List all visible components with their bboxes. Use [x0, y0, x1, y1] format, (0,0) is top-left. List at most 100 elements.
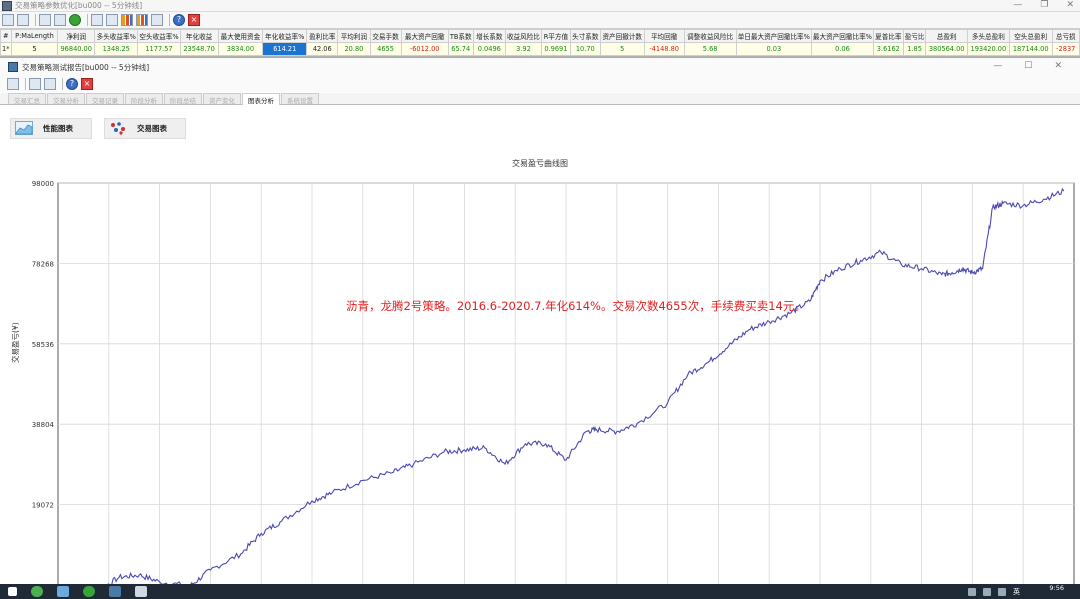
grid-cell[interactable]: 1348.25	[94, 42, 139, 56]
column-chart-icon[interactable]	[136, 14, 148, 26]
grid-header-cell[interactable]: 年化收益率%	[262, 29, 308, 43]
exit-icon[interactable]: ×	[81, 78, 93, 90]
run-icon[interactable]	[69, 14, 81, 26]
grid-cell[interactable]: 0.06	[810, 42, 874, 56]
grid-cell[interactable]: 1*	[0, 42, 12, 56]
export-icon[interactable]	[151, 14, 163, 26]
grid-cell[interactable]: 614.21	[262, 42, 308, 56]
print-icon[interactable]	[44, 78, 56, 90]
volume-icon[interactable]	[998, 588, 1006, 596]
grid-header-cell[interactable]: 净利润	[57, 29, 96, 43]
grid-header-cell[interactable]: 头寸系数	[569, 29, 601, 43]
tab-1[interactable]: 交易分析	[47, 93, 85, 105]
grid-cell[interactable]: 96840.00	[57, 42, 96, 56]
tab-3[interactable]: 阶段分析	[125, 93, 163, 105]
bar-chart-icon[interactable]	[121, 14, 133, 26]
grid-header-cell[interactable]: P:MaLength	[10, 29, 59, 43]
grid-header-cell[interactable]: 平均利润	[337, 29, 371, 43]
grid-header-cell[interactable]: 年化收益	[179, 29, 219, 43]
help-icon[interactable]: ?	[66, 78, 78, 90]
table-row[interactable]: 1* 5 96840.00 1348.25 1177.57 23548.70 3834.00…	[0, 42, 1080, 56]
ime-indicator[interactable]: 英	[1013, 587, 1020, 597]
grid-cell[interactable]: 0.03	[735, 42, 812, 56]
grid-cell[interactable]: -2837	[1051, 42, 1080, 56]
tab-6[interactable]: 图表分析	[242, 92, 280, 105]
outer-restore-button[interactable]: ❐	[1040, 0, 1048, 10]
grid-cell[interactable]: 3.92	[504, 42, 542, 56]
grid-header-cell[interactable]: R平方值	[540, 29, 571, 43]
report-minimize-button[interactable]: —	[993, 61, 1002, 71]
grid-cell[interactable]: -6012.00	[400, 42, 449, 56]
grid-cell[interactable]: -4148.80	[643, 42, 685, 56]
grid-cell[interactable]: 193420.00	[966, 42, 1010, 56]
tab-2[interactable]: 交易记录	[86, 93, 124, 105]
grid-header-cell[interactable]: 盈利比率	[306, 29, 339, 43]
grid-header-cell[interactable]: 单日最大资产回撤比率%	[735, 29, 812, 43]
grid-cell[interactable]: 5.68	[683, 42, 737, 56]
grid-cell[interactable]: 42.06	[306, 42, 339, 56]
grid-header-cell[interactable]: 多头收益率%	[94, 29, 139, 43]
grid-header-cell[interactable]: 总盈利	[925, 29, 968, 43]
grid-cell[interactable]: 0.0496	[472, 42, 506, 56]
grid-cell[interactable]: 20.80	[337, 42, 371, 56]
filter-icon[interactable]	[106, 14, 118, 26]
report-close-button[interactable]: ✕	[1054, 61, 1062, 71]
grid-header-cell[interactable]: #	[0, 29, 12, 43]
tab-0[interactable]: 交易汇总	[8, 93, 46, 105]
grid-cell[interactable]: 380564.00	[925, 42, 968, 56]
grid-header-cell[interactable]: 夏普比率	[872, 29, 904, 43]
grid-cell[interactable]: 1177.57	[137, 42, 181, 56]
trade-chart-button[interactable]: 交易图表	[104, 117, 186, 139]
network-icon[interactable]	[983, 588, 991, 596]
outer-close-button[interactable]: ✕	[1066, 0, 1074, 10]
grid-cell[interactable]: 4655	[369, 42, 402, 56]
grid-header-cell[interactable]: 增长系数	[472, 29, 506, 43]
table-icon[interactable]	[91, 14, 103, 26]
grid-header-cell[interactable]: 空头总盈利	[1008, 29, 1053, 43]
grid-header-cell[interactable]: 最大使用资金	[217, 29, 264, 43]
print-icon[interactable]	[54, 14, 66, 26]
report-maximize-button[interactable]: ☐	[1024, 61, 1032, 71]
grid-header-cell[interactable]: 资产回撤计数	[599, 29, 645, 43]
browser-icon[interactable]	[31, 586, 43, 597]
grid-cell[interactable]: 5	[10, 42, 59, 56]
app-task-icon[interactable]	[109, 586, 121, 597]
grid-cell[interactable]: 10.70	[569, 42, 601, 56]
tab-4[interactable]: 阶段总结	[164, 93, 202, 105]
grid-header-cell[interactable]: 总亏损	[1051, 29, 1080, 43]
grid-cell[interactable]: 65.74	[447, 42, 474, 56]
grid-header-cell[interactable]: 多头总盈利	[966, 29, 1010, 43]
grid-header-cell[interactable]: 收益风险比	[504, 29, 542, 43]
tab-7[interactable]: 系统设置	[281, 93, 319, 105]
grid-header-cell[interactable]: 盈亏比	[902, 29, 927, 43]
explorer-icon[interactable]	[57, 586, 69, 597]
grid-cell[interactable]: 3.6162	[872, 42, 904, 56]
tray-icon[interactable]	[968, 588, 976, 596]
grid-header-cell[interactable]: 平均回撤	[643, 29, 685, 43]
exit-icon[interactable]: ×	[188, 14, 200, 26]
open-folder-icon[interactable]	[17, 14, 29, 26]
help-icon[interactable]: ?	[173, 14, 185, 26]
grid-cell[interactable]: 23548.70	[179, 42, 219, 56]
grid-header-cell[interactable]: TB系数	[447, 29, 474, 43]
app-task-icon[interactable]	[135, 586, 147, 597]
grid-cell[interactable]: 1.85	[902, 42, 927, 56]
grid-header-cell[interactable]: 交易手数	[369, 29, 402, 43]
save-icon[interactable]	[2, 14, 14, 26]
wechat-icon[interactable]	[83, 586, 95, 597]
save-icon[interactable]	[7, 78, 19, 90]
grid-header-cell[interactable]: 最大资产回撤比率%	[810, 29, 874, 43]
performance-chart-button[interactable]: 性能图表	[10, 117, 92, 139]
copy-icon[interactable]	[39, 14, 51, 26]
clock[interactable]: 9:56	[1049, 585, 1064, 592]
grid-header-cell[interactable]: 空头收益率%	[137, 29, 181, 43]
outer-minimize-button[interactable]: —	[1013, 0, 1022, 10]
grid-cell[interactable]: 0.9691	[540, 42, 571, 56]
start-icon[interactable]	[8, 587, 17, 596]
grid-header-cell[interactable]: 调整收益风险比	[683, 29, 737, 43]
grid-cell[interactable]: 187144.00	[1008, 42, 1053, 56]
tab-5[interactable]: 资产变化	[203, 93, 241, 105]
grid-cell[interactable]: 3834.00	[217, 42, 264, 56]
grid-cell[interactable]: 5	[599, 42, 645, 56]
copy-icon[interactable]	[29, 78, 41, 90]
